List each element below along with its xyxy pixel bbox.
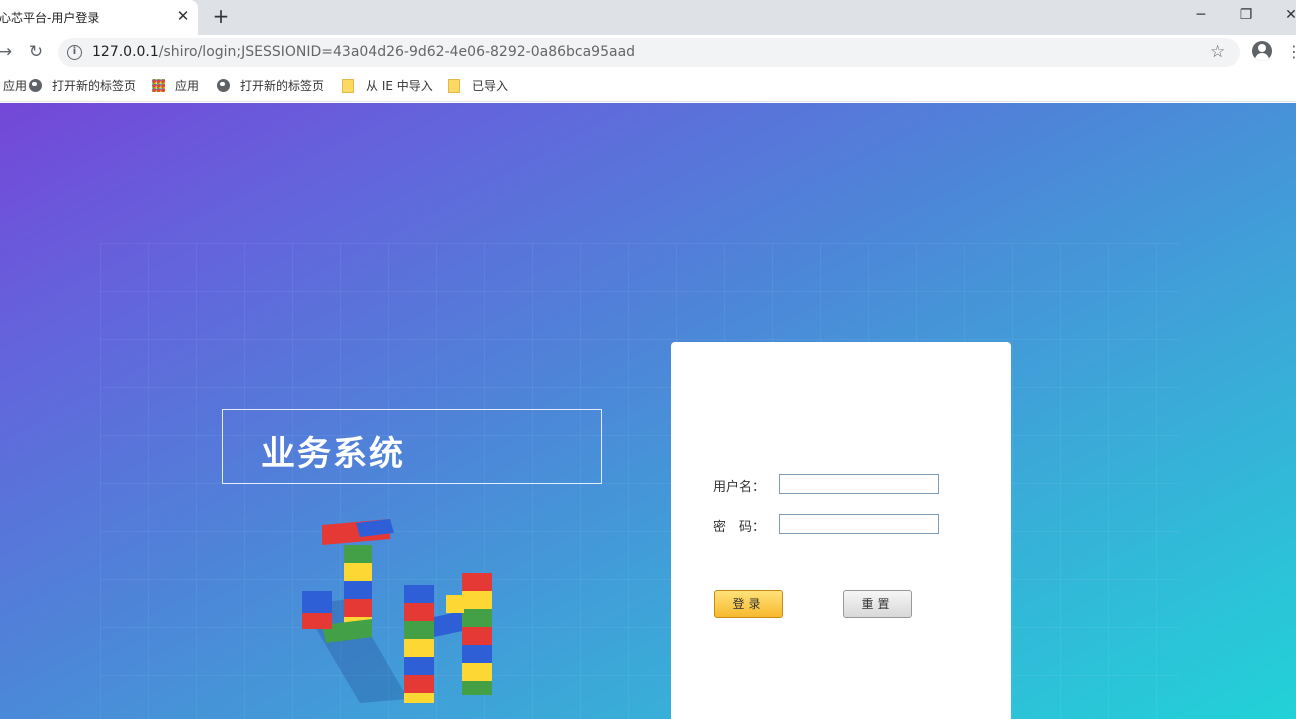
bookmark-new-tab[interactable]: 打开新的标签页: [29, 77, 136, 95]
browser-tab[interactable]: 星心芯平台-用户登录 ✕: [0, 0, 198, 35]
menu-icon[interactable]: ⋮: [1286, 42, 1296, 61]
reset-button[interactable]: 重置: [843, 590, 912, 618]
globe-icon: [217, 79, 230, 92]
tab-title: 星心芯平台-用户登录: [0, 11, 100, 25]
bookmark-apps[interactable]: 应用: [0, 77, 27, 95]
login-button[interactable]: 登录: [714, 590, 783, 618]
bookmark-label: 从 IE 中导入: [366, 79, 433, 93]
url-host: 127.0.0.1: [92, 44, 159, 60]
page-title: 业务系统: [261, 434, 405, 474]
lego-logo-image: [302, 519, 492, 703]
login-page: 业务系统 用户名： 密 码： 登录 重置: [0, 103, 1296, 719]
bookmark-label: 应用: [175, 79, 200, 93]
profile-icon[interactable]: [1252, 41, 1272, 61]
password-field[interactable]: [779, 514, 939, 534]
restore-button[interactable]: ❐: [1231, 4, 1261, 26]
minimize-button[interactable]: ─: [1186, 4, 1216, 26]
bookmark-apps[interactable]: 应用: [152, 77, 199, 95]
bookmark-new-tab[interactable]: 打开新的标签页: [217, 77, 324, 95]
bookmark-label: 打开新的标签页: [240, 79, 325, 93]
bookmark-folder-ie[interactable]: 从 IE 中导入: [342, 77, 433, 95]
folder-icon: [448, 79, 460, 93]
address-bar[interactable]: i 127.0.0.1/shiro/login;JSESSIONID=43a04…: [58, 38, 1240, 67]
new-tab-button[interactable]: +: [210, 6, 232, 28]
url-text[interactable]: 127.0.0.1/shiro/login;JSESSIONID=43a04d2…: [92, 44, 635, 60]
forward-icon[interactable]: →: [0, 41, 16, 63]
username-field[interactable]: [779, 474, 939, 494]
bookmark-folder-imported[interactable]: 已导入: [448, 77, 508, 95]
username-label: 用户名：: [713, 480, 766, 495]
bookmark-label: 打开新的标签页: [52, 79, 137, 93]
password-label: 密 码：: [713, 520, 766, 535]
url-path: /shiro/login;JSESSIONID=43a04d26-9d62-4e…: [158, 44, 636, 60]
window-close-button[interactable]: ✕: [1276, 4, 1296, 26]
close-icon[interactable]: ✕: [174, 7, 192, 25]
folder-icon: [342, 79, 354, 93]
browser-tab-bar: 星心芯平台-用户登录 ✕ + ─ ❐ ✕: [0, 0, 1296, 35]
globe-icon: [29, 79, 42, 92]
bookmark-label: 应用: [3, 79, 28, 93]
browser-toolbar: → ↻ i 127.0.0.1/shiro/login;JSESSIONID=4…: [0, 35, 1296, 70]
bookmarks-bar: 应用 打开新的标签页 应用 打开新的标签页 从 IE 中导入 已导入: [0, 70, 1296, 102]
info-icon[interactable]: i: [67, 45, 82, 60]
bookmark-label: 已导入: [472, 79, 509, 93]
apps-grid-icon: [152, 79, 165, 92]
brand-box: 业务系统: [222, 409, 602, 484]
login-panel: 用户名： 密 码： 登录 重置: [671, 342, 1011, 719]
star-icon[interactable]: ☆: [1210, 42, 1225, 62]
reload-icon[interactable]: ↻: [25, 41, 47, 63]
